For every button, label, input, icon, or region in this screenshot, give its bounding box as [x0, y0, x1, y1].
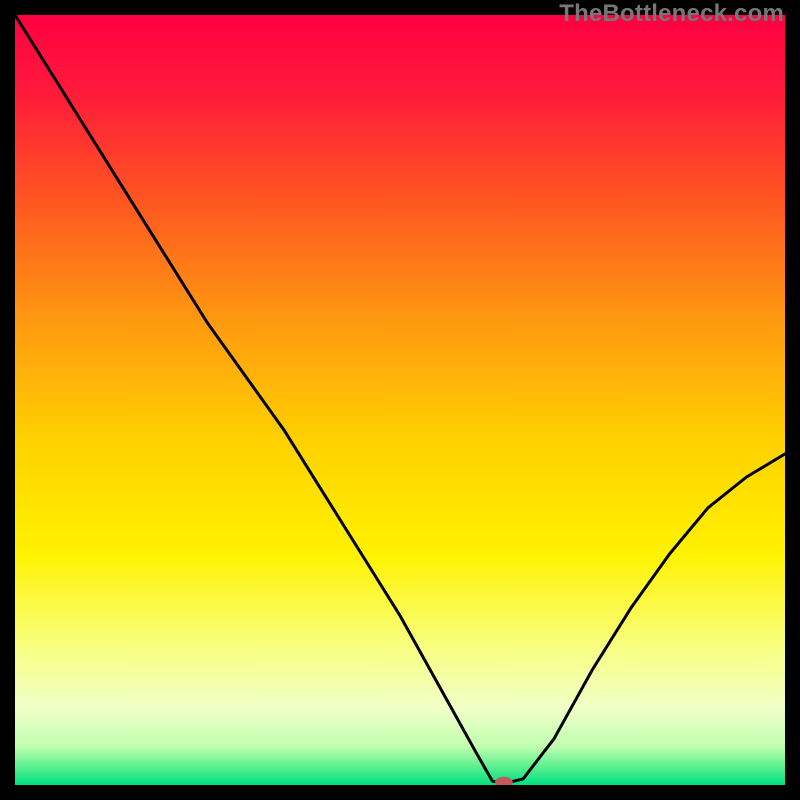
chart-container: { "watermark": "TheBottleneck.com", "cha…	[0, 0, 800, 800]
bottleneck-curve-chart	[15, 15, 785, 785]
watermark-text: TheBottleneck.com	[559, 0, 784, 28]
plot-area	[15, 15, 785, 785]
gradient-background	[15, 15, 785, 785]
